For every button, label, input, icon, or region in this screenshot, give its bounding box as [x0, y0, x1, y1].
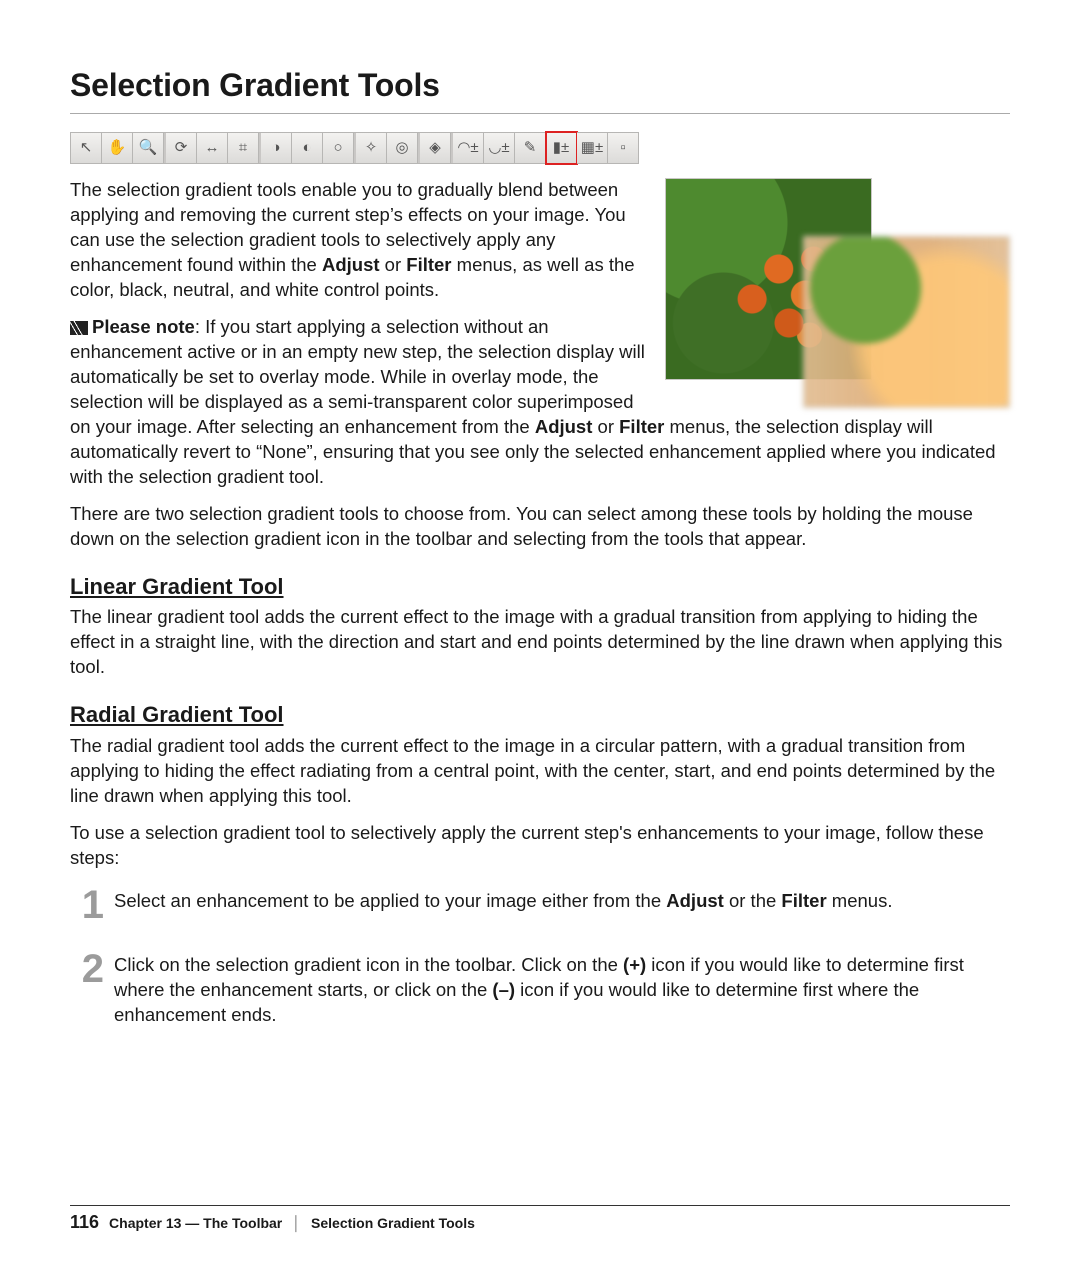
magnifier-icon[interactable]: 🔍	[133, 132, 164, 164]
title-rule	[70, 113, 1010, 114]
footer-separator: │	[292, 1214, 301, 1233]
howto-intro: To use a selection gradient tool to sele…	[70, 821, 1010, 871]
straighten-icon[interactable]: ↔	[197, 132, 228, 164]
radial-gradient-body: The radial gradient tool adds the curren…	[70, 734, 1010, 809]
steps-list: 1 Select an enhancement to be applied to…	[70, 885, 1010, 1028]
intro-section: The selection gradient tools enable you …	[70, 178, 1010, 552]
radial-gradient-heading: Radial Gradient Tool	[70, 700, 1010, 730]
hand-icon[interactable]: ✋	[102, 132, 133, 164]
color-picker-icon[interactable]: ◈	[420, 132, 451, 164]
white-point-icon[interactable]: ○	[323, 132, 354, 164]
pointer-icon[interactable]: ↖	[70, 132, 102, 164]
linear-gradient-icon[interactable]: ▮±	[546, 132, 577, 164]
footer-section: Selection Gradient Tools	[311, 1214, 475, 1233]
document-page: Selection Gradient Tools ↖✋🔍⟳↔⌗◑◐○✧◎◈◠±◡…	[0, 0, 1080, 1270]
page-number: 116	[70, 1210, 99, 1234]
footer-chapter: Chapter 13 — The Toolbar	[109, 1214, 282, 1233]
example-figure	[665, 178, 1010, 408]
step-1: 1 Select an enhancement to be applied to…	[70, 885, 1010, 925]
step-text: Select an enhancement to be applied to y…	[114, 885, 1010, 925]
neutral-point-icon[interactable]: ◐	[292, 132, 323, 164]
brush-icon[interactable]: ✎	[515, 132, 546, 164]
rotate-icon[interactable]: ⟳	[166, 132, 197, 164]
step-number: 1	[70, 885, 104, 925]
note-label: Please note	[92, 316, 195, 337]
toolbar: ↖✋🔍⟳↔⌗◑◐○✧◎◈◠±◡±✎▮±▦±▫	[70, 132, 1010, 164]
crop-icon[interactable]: ⌗	[228, 132, 259, 164]
overflow-icon[interactable]: ▫	[608, 132, 639, 164]
step-text: Click on the selection gradient icon in …	[114, 949, 1010, 1028]
auto-retouch-icon[interactable]: ✧	[356, 132, 387, 164]
lasso-plus-icon[interactable]: ◠±	[453, 132, 484, 164]
note-icon	[70, 321, 88, 335]
linear-gradient-heading: Linear Gradient Tool	[70, 572, 1010, 602]
linear-gradient-body: The linear gradient tool adds the curren…	[70, 605, 1010, 680]
example-photo-blurred	[803, 236, 1010, 408]
step-number: 2	[70, 949, 104, 1028]
redeye-icon[interactable]: ◎	[387, 132, 418, 164]
page-title: Selection Gradient Tools	[70, 64, 1010, 107]
radial-gradient-icon[interactable]: ▦±	[577, 132, 608, 164]
lasso-minus-icon[interactable]: ◡±	[484, 132, 515, 164]
step-2: 2 Click on the selection gradient icon i…	[70, 949, 1010, 1028]
black-point-icon[interactable]: ◑	[261, 132, 292, 164]
page-footer: 116 Chapter 13 — The Toolbar │ Selection…	[70, 1205, 1010, 1234]
intro-paragraph-3: There are two selection gradient tools t…	[70, 502, 1010, 552]
